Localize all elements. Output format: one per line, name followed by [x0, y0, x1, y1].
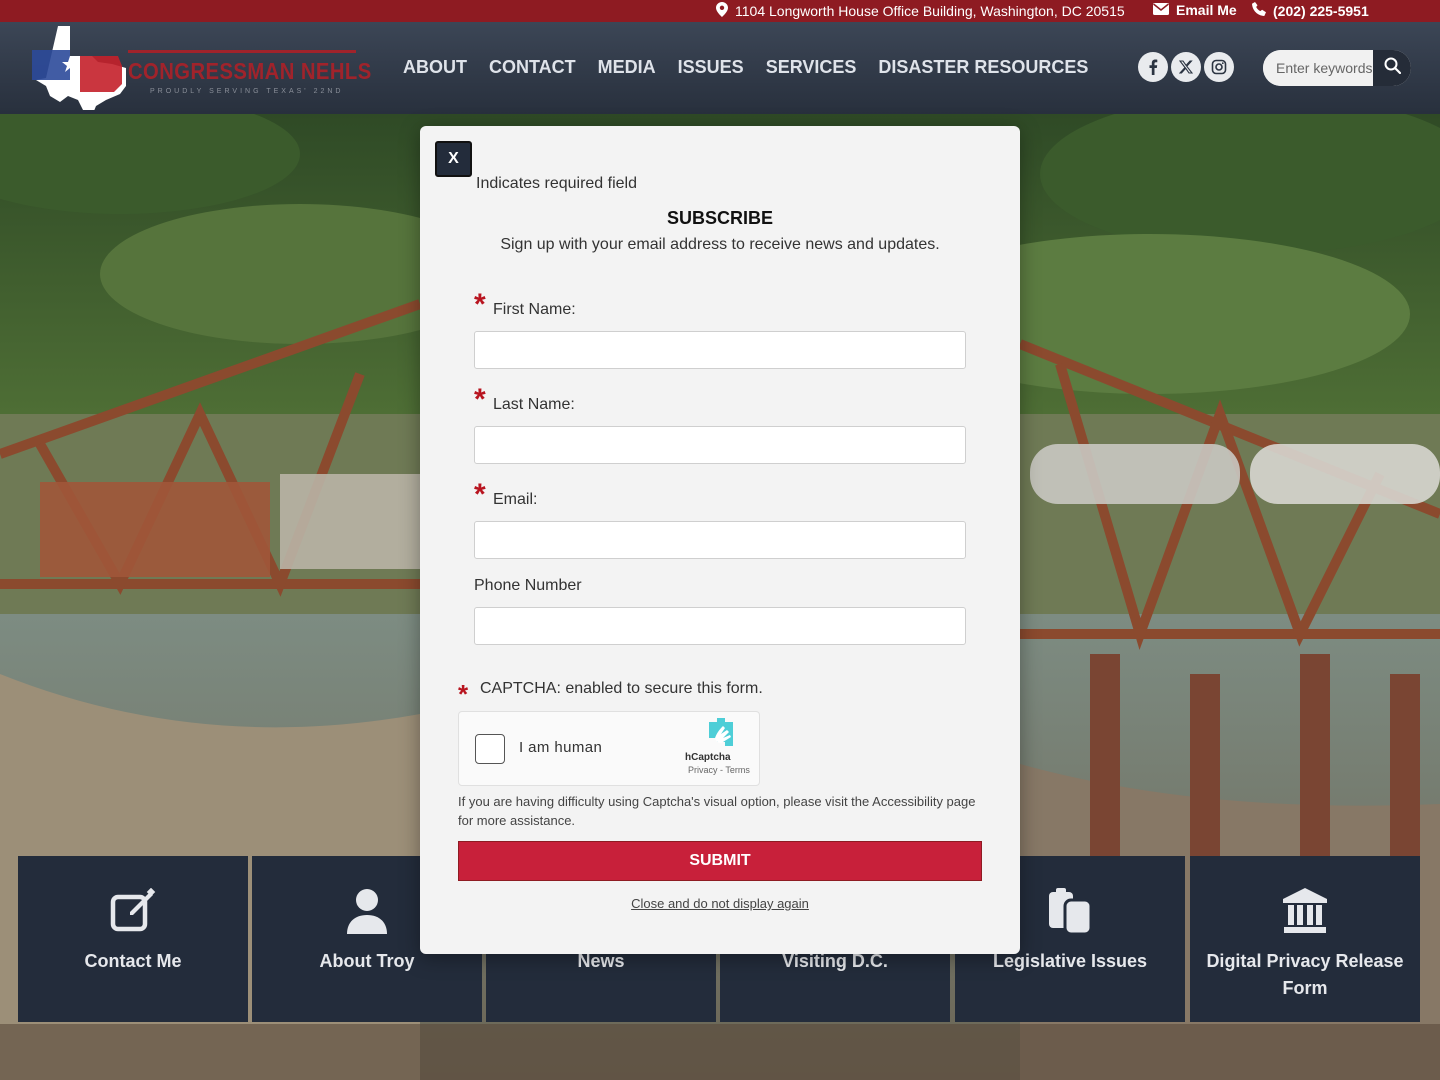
- texas-flag-icon: [32, 26, 126, 110]
- tile-digital-privacy-release-form[interactable]: Digital Privacy Release Form: [1190, 856, 1420, 1022]
- phone-number[interactable]: (202) 225-5951: [1273, 3, 1369, 19]
- captcha-checkbox-label: I am human: [519, 739, 603, 756]
- hcaptcha-widget: I am human hCaptcha Privacy - Terms: [458, 711, 760, 786]
- nav-media[interactable]: MEDIA: [598, 57, 656, 78]
- first-name-field[interactable]: [474, 331, 966, 369]
- tile-label: Contact Me: [84, 951, 182, 971]
- search-input[interactable]: [1263, 50, 1373, 86]
- hcaptcha-privacy-terms-link[interactable]: Privacy - Terms: [688, 765, 750, 775]
- search-icon: [1384, 57, 1401, 79]
- address-text: 1104 Longworth House Office Building, Wa…: [735, 3, 1125, 19]
- x-icon[interactable]: [1171, 52, 1201, 82]
- required-asterisk-icon: *: [474, 383, 486, 416]
- top-bar: 1104 Longworth House Office Building, Wa…: [0, 0, 1440, 22]
- edit-icon: [110, 887, 156, 939]
- phone-icon: [1252, 2, 1266, 19]
- tile-label: Digital Privacy Release Form: [1206, 951, 1404, 998]
- nav-services[interactable]: SERVICES: [766, 57, 857, 78]
- submit-button[interactable]: SUBMIT: [458, 841, 982, 881]
- phone-link[interactable]: (202) 225-5951: [1252, 2, 1369, 19]
- clipboard-icon: [1047, 888, 1093, 939]
- phone-label: Phone Number: [474, 577, 582, 594]
- site-header: CONGRESSMAN NEHLS PROUDLY SERVING TEXAS'…: [0, 22, 1440, 114]
- last-name-field[interactable]: [474, 426, 966, 464]
- nav-disaster-resources[interactable]: DISASTER RESOURCES: [878, 57, 1088, 78]
- required-asterisk-icon: *: [474, 288, 486, 321]
- map-pin-icon: [716, 2, 728, 20]
- person-icon: [347, 888, 387, 939]
- required-field-note: Indicates required field: [476, 175, 637, 192]
- search-button[interactable]: [1373, 50, 1411, 86]
- email-label: Email:: [493, 491, 538, 508]
- tile-contact-me[interactable]: Contact Me: [18, 856, 248, 1022]
- nav-about[interactable]: ABOUT: [403, 57, 467, 78]
- main-nav: ABOUT CONTACT MEDIA ISSUES SERVICES DISA…: [403, 57, 1110, 78]
- bank-icon: [1282, 888, 1328, 939]
- email-label[interactable]: Email Me: [1176, 2, 1237, 18]
- captcha-label: CAPTCHA: enabled to secure this form.: [480, 680, 763, 697]
- modal-description: Sign up with your email address to recei…: [500, 236, 940, 253]
- search-box: [1263, 50, 1411, 86]
- logo-text: CONGRESSMAN NEHLS: [128, 58, 372, 84]
- envelope-icon: [1153, 2, 1169, 18]
- required-asterisk-icon: *: [458, 679, 469, 709]
- close-button[interactable]: X: [435, 141, 472, 177]
- close-and-do-not-display-link[interactable]: Close and do not display again: [420, 896, 1020, 911]
- nav-issues[interactable]: ISSUES: [678, 57, 744, 78]
- nav-contact[interactable]: CONTACT: [489, 57, 576, 78]
- logo-subtext: PROUDLY SERVING TEXAS' 22ND: [150, 88, 344, 95]
- instagram-icon[interactable]: [1204, 52, 1234, 82]
- email-link[interactable]: Email Me: [1153, 2, 1237, 18]
- hcaptcha-brand: hCaptcha: [685, 752, 731, 763]
- captcha-checkbox[interactable]: [475, 734, 505, 764]
- first-name-label: First Name:: [493, 301, 576, 318]
- required-asterisk-icon: *: [474, 478, 486, 511]
- phone-field[interactable]: [474, 607, 966, 645]
- captcha-help-text: If you are having difficulty using Captc…: [458, 794, 976, 828]
- hcaptcha-logo-icon: [705, 718, 739, 755]
- modal-title: SUBSCRIBE: [666, 208, 773, 228]
- last-name-label: Last Name:: [493, 396, 575, 413]
- address: 1104 Longworth House Office Building, Wa…: [716, 2, 1125, 20]
- email-field[interactable]: [474, 521, 966, 559]
- subscribe-modal: X Indicates required field SUBSCRIBE Sig…: [420, 126, 1020, 954]
- facebook-icon[interactable]: [1138, 52, 1168, 82]
- site-logo[interactable]: CONGRESSMAN NEHLS PROUDLY SERVING TEXAS'…: [32, 26, 371, 112]
